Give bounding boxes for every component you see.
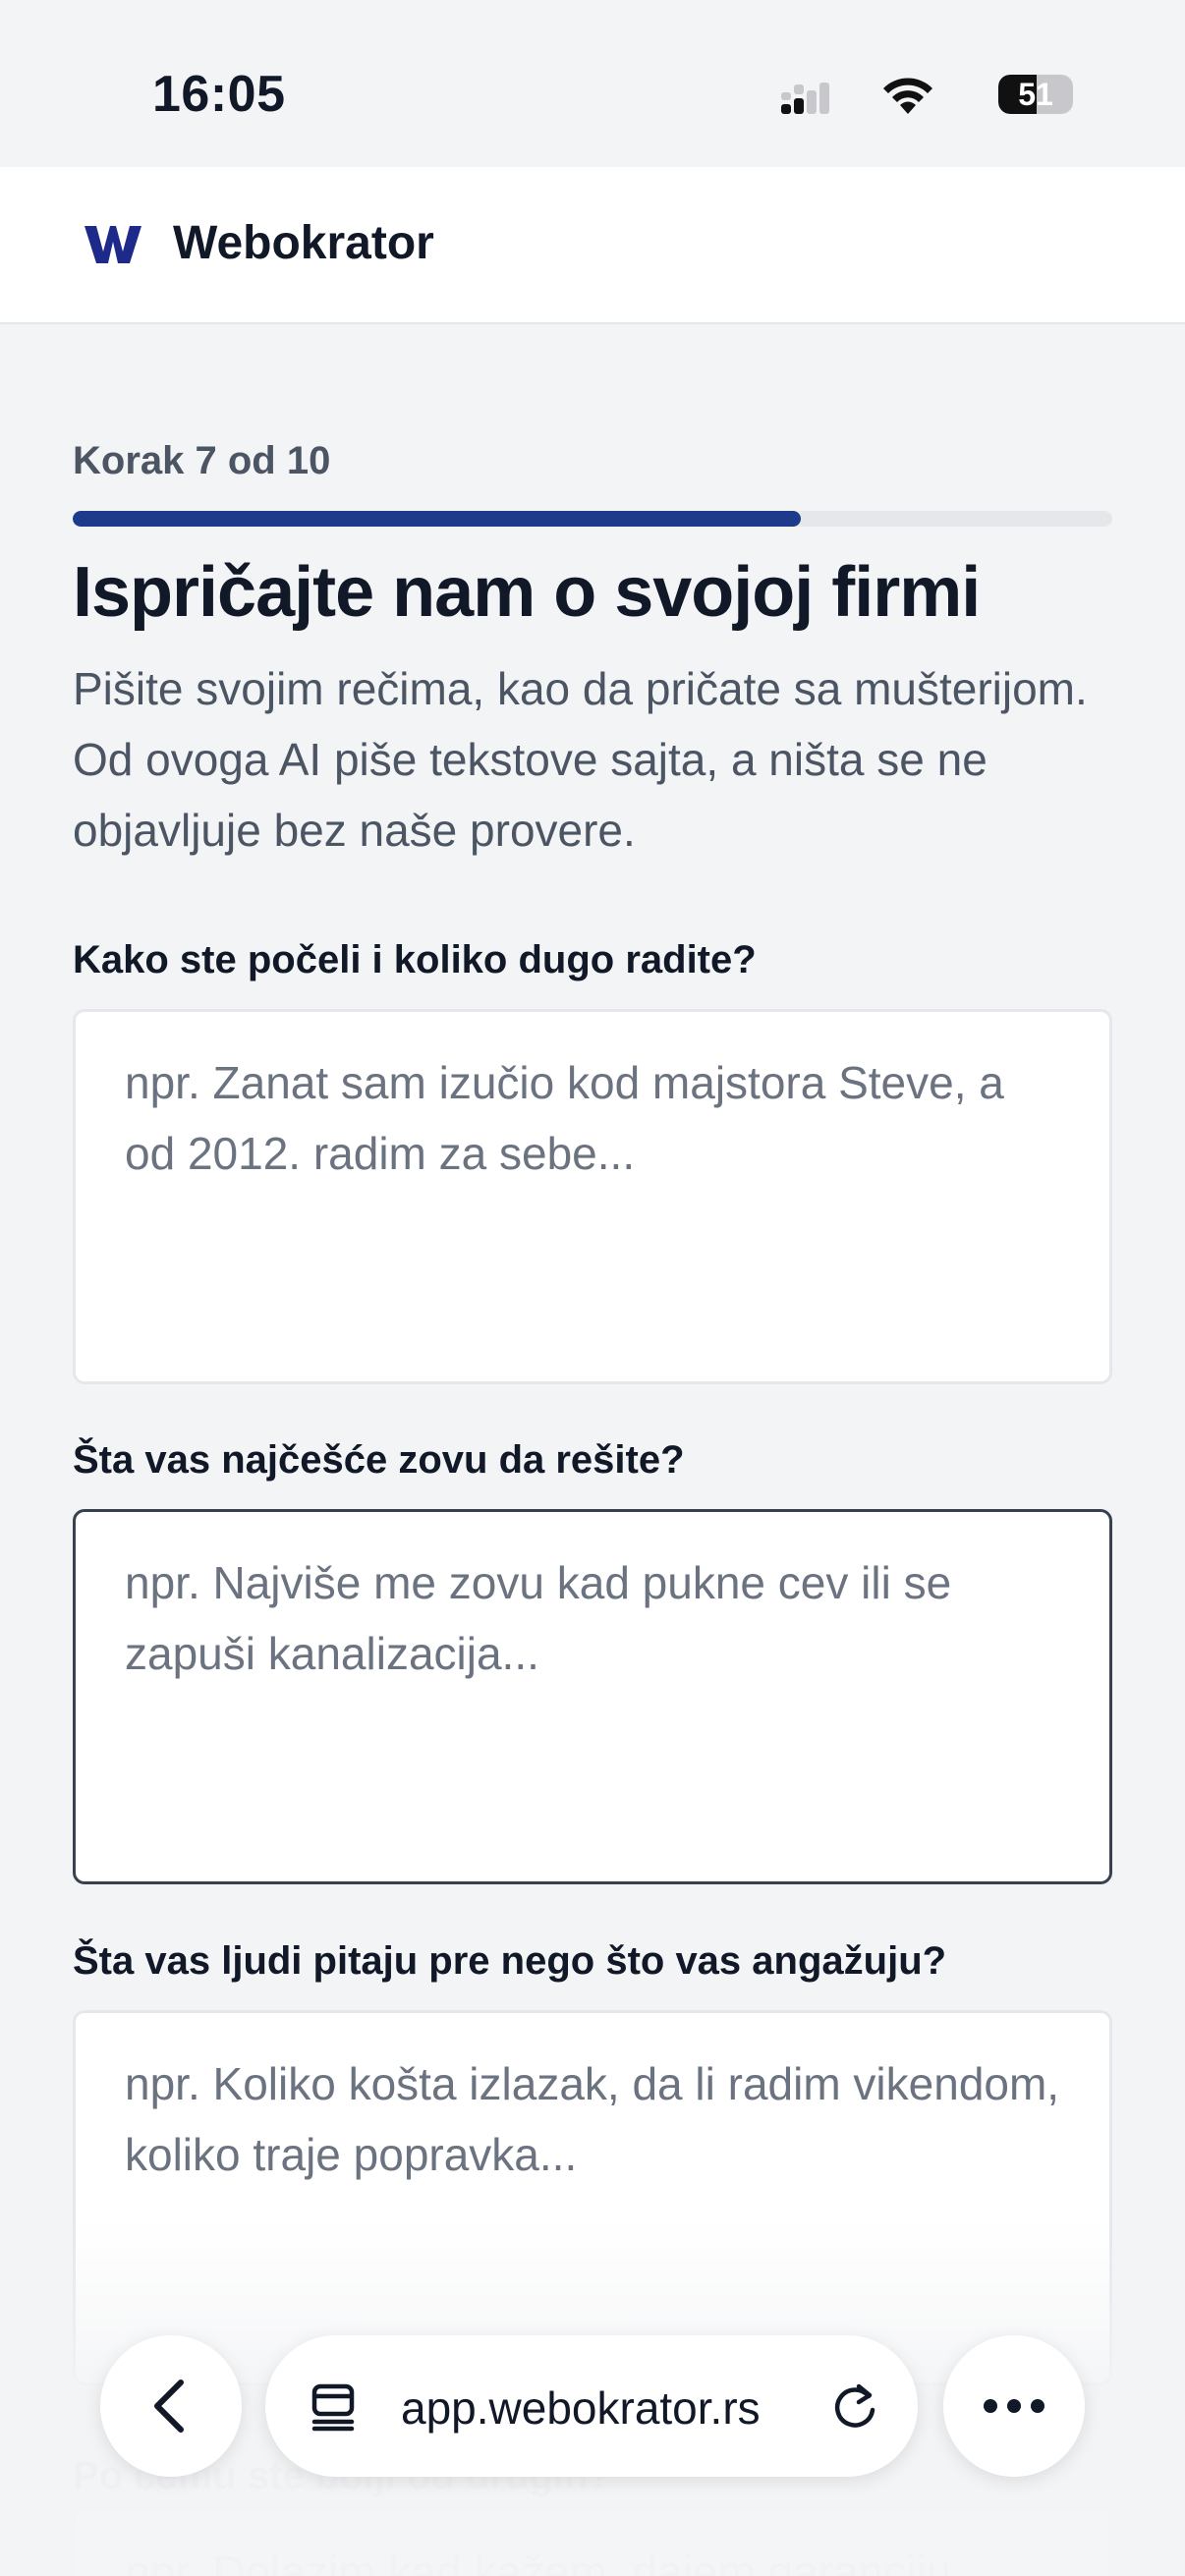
status-time: 16:05	[152, 66, 286, 123]
field-label-common-problems: Šta vas najčešće zovu da rešite?	[73, 1438, 685, 1482]
url-text[interactable]: app.webokrator.rs	[401, 2381, 761, 2435]
wifi-icon	[883, 78, 932, 114]
field-label-beginnings: Kako ste počeli i koliko dugo radite?	[73, 938, 757, 981]
progress-bar	[73, 511, 1112, 527]
status-bar: 16:05 51	[0, 0, 1185, 167]
battery-percentage: 51	[1018, 77, 1053, 112]
field-label-customer-questions: Šta vas ljudi pitaju pre nego što vas an…	[73, 1939, 947, 1983]
reload-icon[interactable]	[829, 2380, 880, 2432]
page: 16:05 51 Webokrator Korak 7 od 10 Isprič…	[0, 0, 1185, 2576]
chevron-left-icon	[154, 2380, 184, 2433]
battery-icon: 51	[998, 75, 1073, 114]
browser-address-bar[interactable]: app.webokrator.rs	[265, 2335, 918, 2477]
brand-name[interactable]: Webokrator	[173, 216, 434, 270]
ellipsis-icon	[984, 2399, 1044, 2413]
advantages-textarea[interactable]: npr. Dolazim kad kažem, dajem garanciju.…	[73, 2507, 1112, 2576]
progress-fill	[73, 511, 801, 527]
step-indicator: Korak 7 od 10	[73, 439, 331, 482]
common-problems-textarea[interactable]	[73, 1509, 1112, 1884]
page-subtitle: Pišite svojim rečima, kao da pričate sa …	[73, 663, 1088, 856]
customer-questions-textarea[interactable]	[73, 2010, 1112, 2385]
beginnings-textarea[interactable]	[73, 1009, 1112, 1384]
page-title: Ispričajte nam o svojoj firmi	[73, 553, 981, 632]
status-icons: 51	[759, 71, 1083, 120]
app-header: Webokrator	[0, 167, 1185, 324]
webokrator-logo-icon[interactable]	[85, 224, 141, 265]
cellular-signal-icon	[781, 83, 829, 114]
browser-more-button[interactable]	[943, 2335, 1085, 2477]
tabs-icon[interactable]	[309, 2382, 358, 2432]
browser-back-button[interactable]	[100, 2335, 242, 2477]
